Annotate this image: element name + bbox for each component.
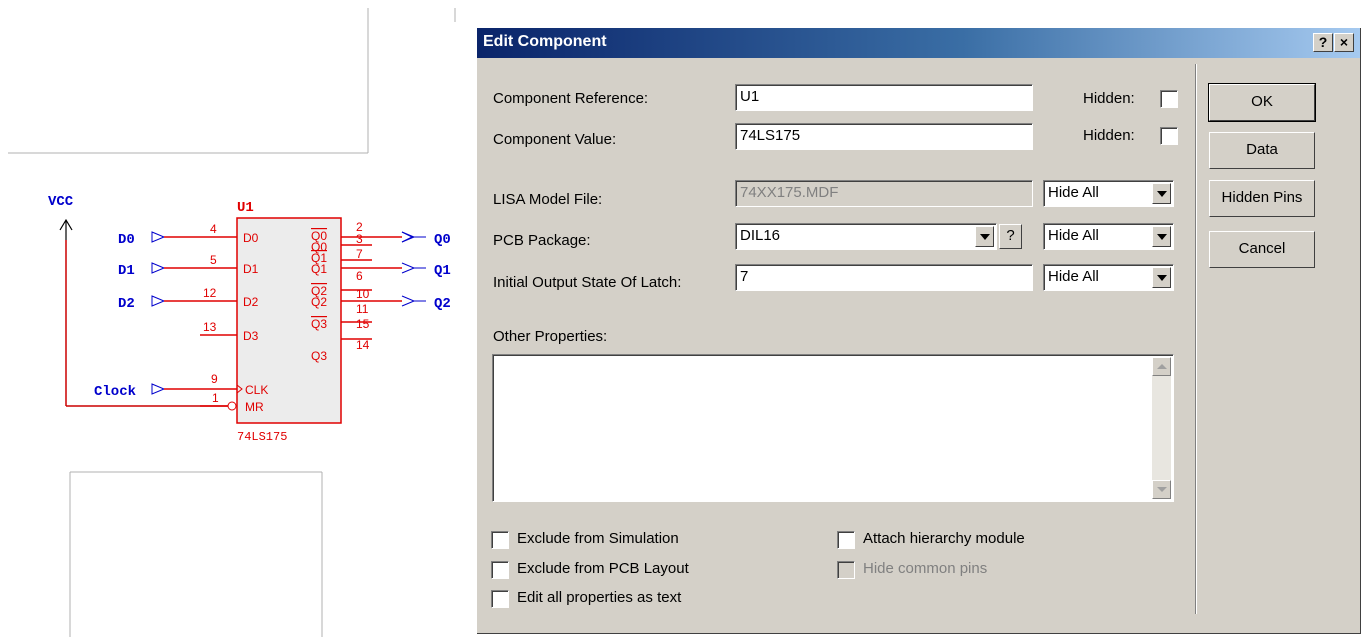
value-hidden-checkbox[interactable] [1160, 127, 1178, 145]
exclude-simulation-label: Exclude from Simulation [517, 530, 679, 547]
hide-common-pins-checkbox[interactable] [837, 561, 855, 579]
pin-number: 9 [211, 372, 218, 386]
pin-name: D0 [243, 231, 259, 245]
pin-number: 11 [356, 302, 369, 316]
input-terminal-icon [151, 295, 166, 307]
invert-bubble-icon [227, 401, 237, 411]
help-button[interactable]: ? [1313, 33, 1333, 52]
pin-number: 10 [356, 287, 370, 301]
pin-number: 3 [356, 232, 363, 246]
cancel-button[interactable]: Cancel [1209, 231, 1315, 268]
pcb-package-value: DIL16 [740, 227, 781, 244]
chevron-down-icon[interactable] [1152, 267, 1171, 288]
chevron-down-icon[interactable] [975, 226, 994, 247]
latch-input[interactable]: 7 [735, 264, 1033, 291]
input-terminal-icon [151, 231, 166, 243]
lisa-visibility-value: Hide All [1048, 184, 1099, 201]
lisa-label: LISA Model File: [493, 191, 603, 208]
pin-name: CLK [245, 383, 268, 397]
other-properties-label: Other Properties: [493, 328, 608, 345]
vertical-divider [1195, 64, 1197, 614]
pin-name: Q2 [311, 295, 327, 309]
output-terminal-icon [401, 295, 426, 307]
hide-common-pins-label: Hide common pins [863, 560, 988, 577]
scroll-up-icon[interactable] [1152, 357, 1171, 376]
exclude-simulation-checkbox[interactable] [491, 531, 509, 549]
reference-label: Component Reference: [493, 90, 649, 107]
net-label-d0: D0 [118, 232, 135, 248]
pin-number: 12 [203, 286, 217, 300]
reference-hidden-checkbox[interactable] [1160, 90, 1178, 108]
component-value: 74LS175 [237, 430, 287, 444]
output-terminal-icon [401, 231, 426, 243]
pin-name: Q1 [311, 262, 327, 276]
edit-as-text-label: Edit all properties as text [517, 589, 682, 606]
data-button[interactable]: Data [1209, 132, 1315, 169]
close-button[interactable]: × [1334, 33, 1354, 52]
pin-name: D2 [243, 295, 259, 309]
lisa-visibility-select[interactable]: Hide All [1043, 180, 1174, 207]
other-properties-textarea[interactable] [492, 354, 1174, 502]
latch-label: Initial Output State Of Latch: [493, 274, 682, 291]
pin-name: D3 [243, 329, 259, 343]
dialog-title: Edit Component [483, 33, 607, 50]
ok-button[interactable]: OK [1208, 83, 1316, 122]
reference-input[interactable]: U1 [735, 84, 1033, 111]
attach-module-checkbox[interactable] [837, 531, 855, 549]
value-input[interactable]: 74LS175 [735, 123, 1033, 150]
attach-module-label: Attach hierarchy module [863, 530, 1025, 547]
scrollbar[interactable] [1152, 357, 1171, 499]
pcb-help-button[interactable]: ? [999, 224, 1022, 249]
pin-number: 6 [356, 269, 363, 283]
pcb-package-select[interactable]: DIL16 [735, 223, 997, 250]
latch-visibility-value: Hide All [1048, 268, 1099, 285]
chevron-down-icon[interactable] [1152, 226, 1171, 247]
pcb-visibility-value: Hide All [1048, 227, 1099, 244]
edit-component-dialog: Edit Component ? × Component Reference: … [476, 27, 1360, 633]
scroll-down-icon[interactable] [1152, 480, 1171, 499]
reference-hidden-label: Hidden: [1083, 90, 1135, 107]
net-label-d1: D1 [118, 263, 135, 279]
edit-as-text-checkbox[interactable] [491, 590, 509, 608]
pin-name: D1 [243, 262, 259, 276]
input-terminal-icon [151, 383, 166, 395]
vcc-label: VCC [48, 194, 74, 210]
title-bar[interactable]: Edit Component ? × [477, 28, 1360, 58]
net-label-q0: Q0 [434, 232, 451, 248]
pcb-visibility-select[interactable]: Hide All [1043, 223, 1174, 250]
value-hidden-label: Hidden: [1083, 127, 1135, 144]
exclude-pcb-checkbox[interactable] [491, 561, 509, 579]
pin-name: MR [245, 400, 264, 414]
exclude-pcb-label: Exclude from PCB Layout [517, 560, 689, 577]
latch-visibility-select[interactable]: Hide All [1043, 264, 1174, 291]
pin-number: 13 [203, 320, 217, 334]
net-label-d2: D2 [118, 296, 135, 312]
schematic-canvas[interactable]: VCC U1 74LS175 D0 4 D0 D1 5 D1 D2 12 D2 … [0, 0, 470, 637]
input-terminal-icon [151, 262, 166, 274]
pin-number: 15 [356, 317, 370, 331]
pin-number: 14 [356, 338, 370, 352]
pin-number: 1 [212, 391, 219, 405]
pin-number: 5 [210, 253, 217, 267]
lisa-input[interactable]: 74XX175.MDF [735, 180, 1033, 207]
pin-number: 4 [210, 222, 217, 236]
output-terminal-icon [401, 262, 426, 274]
pin-name: Q3 [311, 349, 327, 363]
net-label-clock: Clock [94, 384, 136, 400]
net-label-q1: Q1 [434, 263, 451, 279]
vcc-arrow-icon [59, 218, 73, 240]
hidden-pins-button[interactable]: Hidden Pins [1209, 180, 1315, 217]
chevron-down-icon[interactable] [1152, 183, 1171, 204]
pcb-label: PCB Package: [493, 232, 591, 249]
value-label: Component Value: [493, 131, 617, 148]
output-terminal-icon [401, 231, 414, 243]
pin-number: 7 [356, 247, 363, 261]
component-ref: U1 [237, 200, 254, 216]
pin-name: Q3 [311, 317, 327, 331]
net-label-q2: Q2 [434, 296, 451, 312]
